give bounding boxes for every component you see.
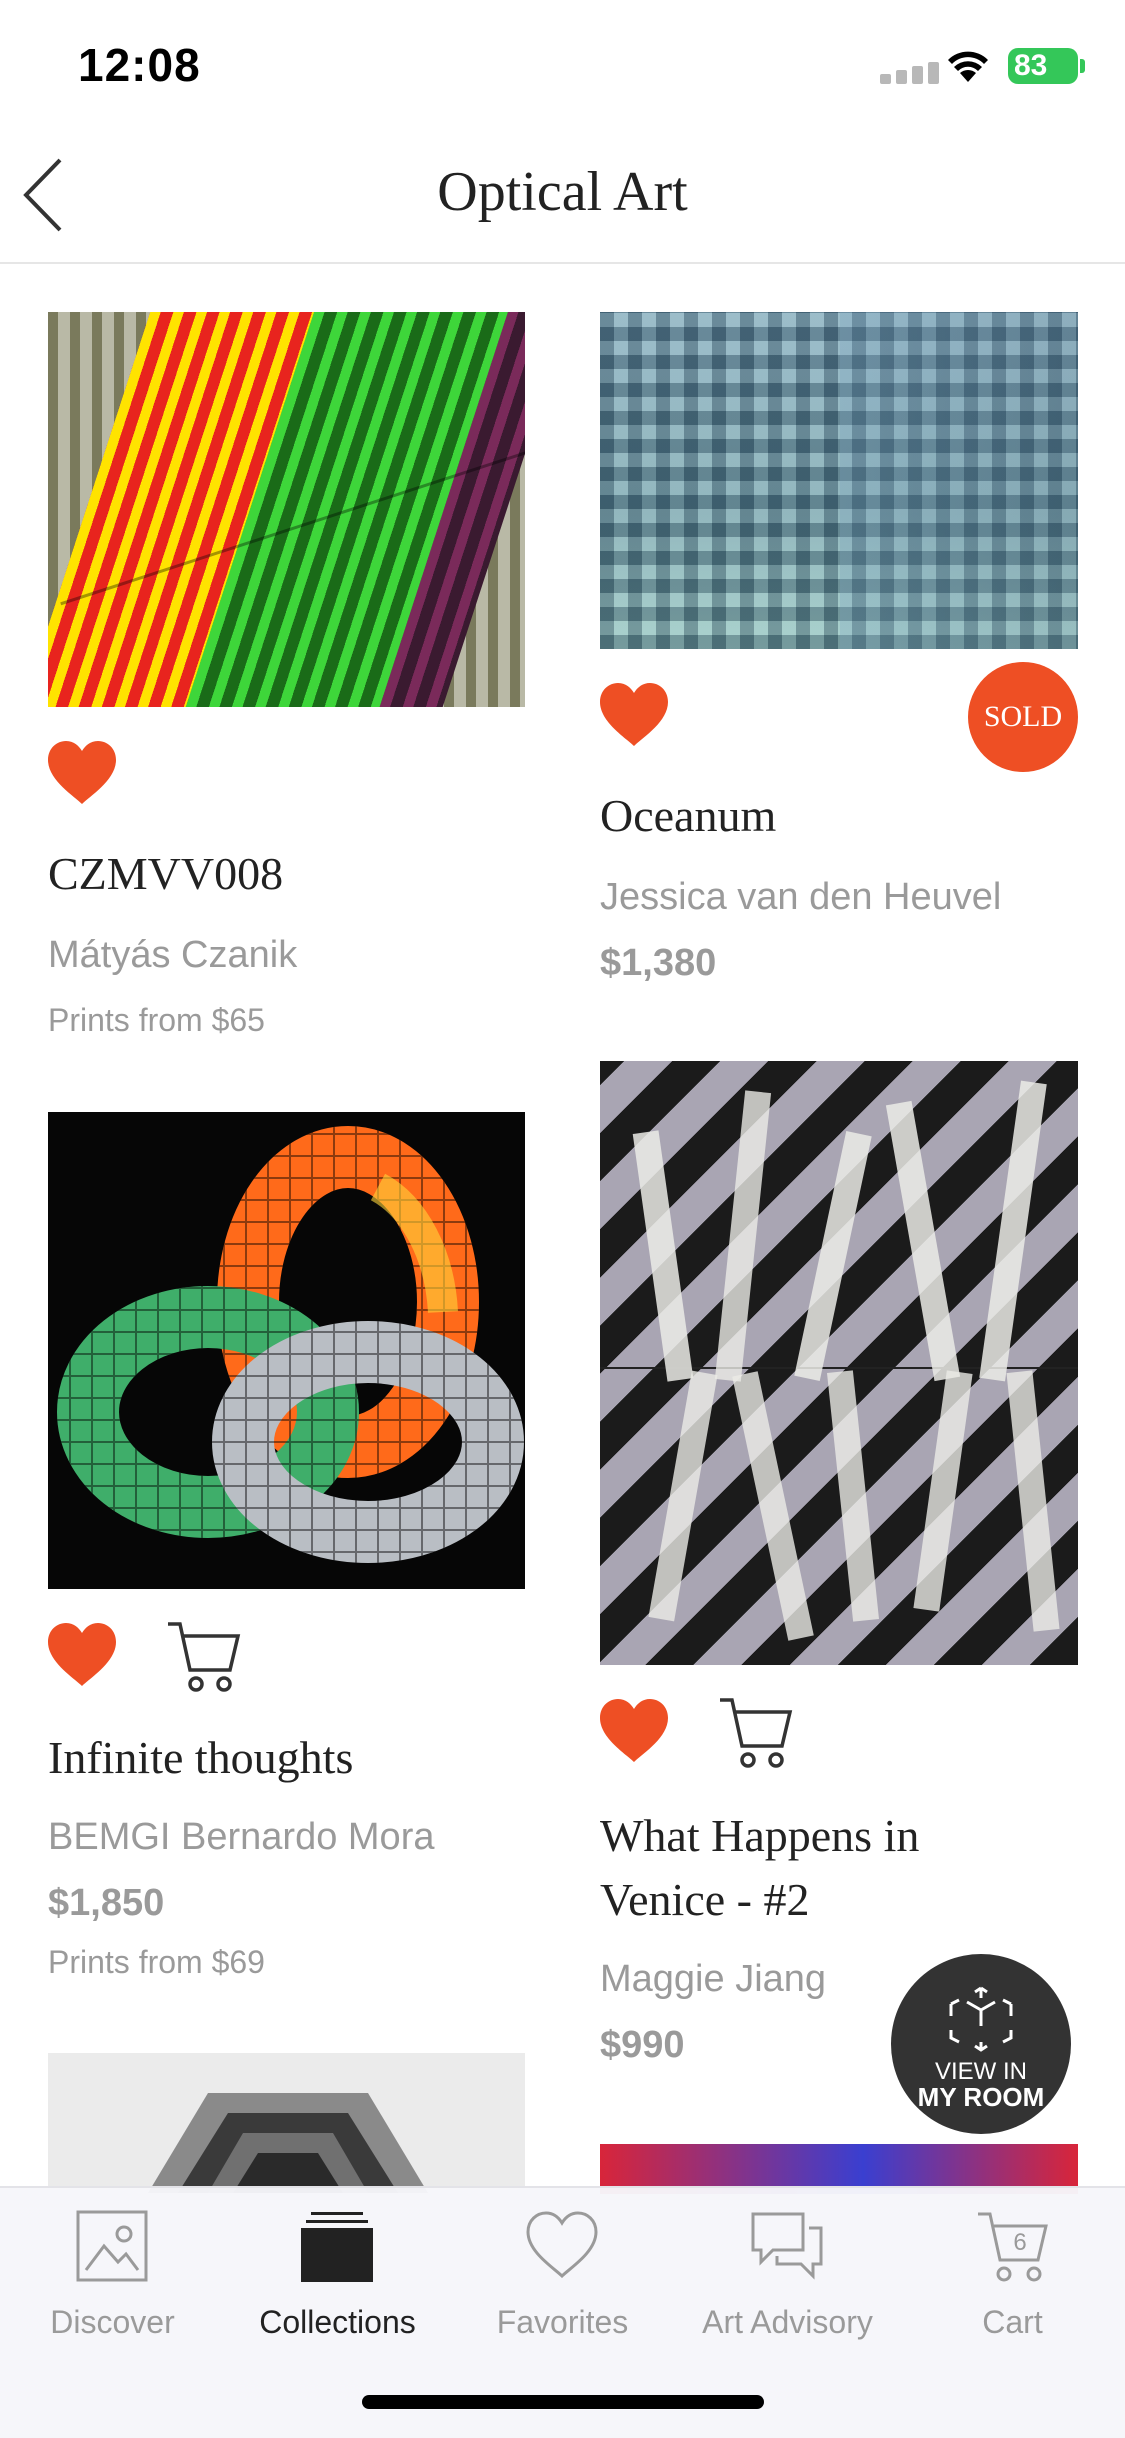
tab-label: Art Advisory — [702, 2304, 873, 2340]
artwork-image[interactable] — [48, 1112, 525, 1589]
artwork-price: $1,850 — [48, 1882, 165, 1924]
sold-badge: SOLD — [968, 662, 1078, 772]
artwork-image[interactable] — [600, 1061, 1078, 1665]
tab-label: Collections — [259, 2304, 416, 2340]
view-in-room-line2: MY ROOM — [917, 2082, 1045, 2112]
favorite-heart-icon[interactable] — [44, 1620, 120, 1690]
chat-icon — [751, 2212, 823, 2280]
tab-discover[interactable]: Discover — [0, 2196, 225, 2346]
cart-count-badge: 6 — [1013, 2229, 1026, 2256]
artwork-image[interactable] — [48, 2053, 525, 2193]
image-icon — [76, 2210, 148, 2282]
heart-icon — [526, 2211, 598, 2279]
tab-label: Discover — [50, 2304, 175, 2340]
add-to-cart-icon[interactable] — [164, 1618, 244, 1696]
battery-level: 83 — [1014, 49, 1048, 82]
favorite-heart-icon[interactable] — [596, 1696, 672, 1766]
artwork-artist[interactable]: Maggie Jiang — [600, 1958, 900, 2001]
collections-icon — [301, 2212, 373, 2282]
tab-favorites[interactable]: Favorites — [450, 2196, 675, 2346]
cart-icon: 6 — [978, 2212, 1048, 2282]
home-indicator — [362, 2395, 764, 2409]
nav-divider — [0, 262, 1125, 264]
artwork-price: $1,380 — [600, 942, 717, 984]
artwork-image[interactable] — [48, 312, 525, 707]
artwork-prints: Prints from $65 — [48, 1002, 265, 1038]
cellular-signal-icon — [880, 62, 944, 84]
artwork-image[interactable] — [600, 312, 1078, 649]
page-title: Optical Art — [437, 161, 688, 223]
artwork-title[interactable]: CZMVV008 — [48, 842, 528, 906]
artwork-prints: Prints from $69 — [48, 1944, 265, 1980]
wifi-icon — [948, 51, 988, 82]
status-time: 12:08 — [78, 39, 201, 91]
favorite-heart-icon[interactable] — [44, 738, 120, 808]
add-to-cart-icon[interactable] — [716, 1694, 796, 1772]
battery-nub — [1080, 59, 1085, 73]
tab-label: Cart — [982, 2304, 1043, 2340]
artwork-title[interactable]: What Happens in Venice - #2 — [600, 1804, 1040, 1932]
ar-cube-icon — [949, 1986, 1013, 2052]
tab-art-advisory[interactable]: Art Advisory — [675, 2196, 900, 2346]
tab-cart[interactable]: 6 Cart — [900, 2196, 1125, 2346]
artwork-artist[interactable]: Mátyás Czanik — [48, 934, 528, 977]
artwork-price: $990 — [600, 2024, 685, 2066]
view-in-my-room-button[interactable]: VIEW IN MY ROOM — [891, 1954, 1071, 2134]
tab-collections[interactable]: Collections — [225, 2196, 450, 2346]
battery-icon: 83 — [1008, 48, 1078, 84]
artwork-artist[interactable]: Jessica van den Heuvel — [600, 876, 1080, 919]
favorite-heart-icon[interactable] — [596, 680, 672, 750]
artwork-title[interactable]: Infinite thoughts — [48, 1726, 528, 1790]
tab-label: Favorites — [496, 2304, 629, 2340]
artwork-title[interactable]: Oceanum — [600, 784, 1080, 848]
artwork-artist[interactable]: BEMGI Bernardo Mora — [48, 1816, 528, 1859]
